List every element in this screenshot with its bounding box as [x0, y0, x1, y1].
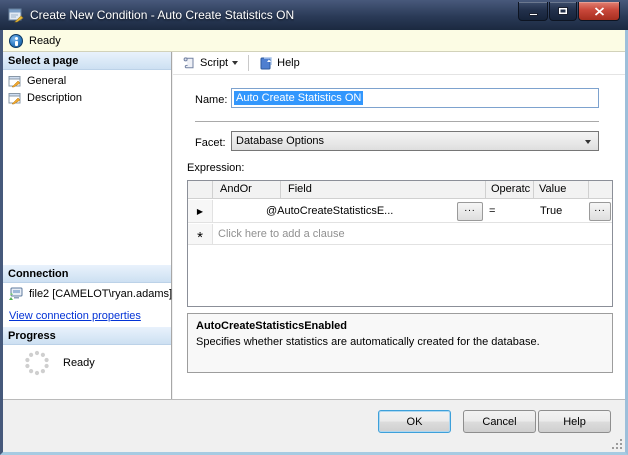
- spinner-icon: [23, 349, 51, 377]
- facet-label: Facet:: [195, 137, 226, 149]
- expression-grid: AndOr Field Operatc Value ▶ @AutoCreateS…: [187, 180, 613, 307]
- toolbar: Script Help: [173, 52, 625, 75]
- toolbar-separator: [248, 55, 250, 71]
- maximize-button[interactable]: [549, 2, 577, 21]
- value-ellipsis-button[interactable]: ...: [589, 202, 611, 221]
- form-divider: [195, 121, 599, 122]
- operator-cell[interactable]: =: [489, 200, 531, 222]
- sidebar-item-label: General: [27, 75, 67, 87]
- status-text: Ready: [29, 34, 61, 47]
- property-description-text: Specifies whether statistics are automat…: [196, 336, 540, 348]
- expression-label: Expression:: [187, 162, 245, 174]
- name-input-value: Auto Create Statistics ON: [234, 91, 364, 105]
- connection-server: file2 [CAMELOT\ryan.adams]: [8, 286, 172, 302]
- chevron-down-icon: [232, 61, 239, 65]
- name-input[interactable]: Auto Create Statistics ON: [231, 88, 599, 108]
- window-controls: [518, 2, 620, 21]
- name-label: Name:: [195, 94, 228, 106]
- page-icon: [8, 74, 22, 88]
- connection-header: Connection: [3, 265, 171, 283]
- sidebar: Select a page General Description Connec…: [3, 52, 172, 399]
- condition-window-icon: [8, 7, 24, 23]
- progress-status: Ready: [23, 349, 95, 377]
- ok-button[interactable]: OK: [378, 410, 451, 433]
- property-name: AutoCreateStatisticsEnabled: [196, 320, 347, 332]
- dialog-window: Create New Condition - Auto Create Stati…: [0, 0, 628, 455]
- titlebar[interactable]: Create New Condition - Auto Create Stati…: [0, 0, 628, 30]
- facet-dropdown[interactable]: Database Options: [231, 131, 599, 151]
- dialog-client-area: Ready Select a page General Description …: [3, 30, 625, 452]
- grid-header-field: Field: [281, 181, 486, 199]
- help-button-label: Help: [277, 57, 300, 69]
- script-button[interactable]: Script: [178, 54, 242, 72]
- row-selector-icon: ▶: [188, 200, 213, 222]
- facet-dropdown-value: Database Options: [236, 135, 325, 147]
- field-cell[interactable]: @AutoCreateStatisticsE...: [266, 200, 454, 222]
- new-row-icon: *: [188, 224, 213, 245]
- grid-header-operator: Operatc: [486, 181, 534, 199]
- cancel-button[interactable]: Cancel: [463, 410, 536, 433]
- minimize-button[interactable]: [518, 2, 548, 21]
- add-clause-placeholder[interactable]: Click here to add a clause: [218, 224, 608, 244]
- close-icon: [594, 6, 604, 16]
- property-description-panel: AutoCreateStatisticsEnabled Specifies wh…: [187, 313, 613, 373]
- resize-grip[interactable]: [610, 437, 622, 449]
- help-footer-button[interactable]: Help: [538, 410, 611, 433]
- page-icon: [8, 91, 22, 105]
- dropdown-arrow-icon: [585, 140, 591, 144]
- sidebar-item-description[interactable]: Description: [8, 90, 82, 106]
- sidebar-item-label: Description: [27, 92, 83, 104]
- grid-header-selector: [188, 181, 213, 199]
- main-panel: Script Help Name: Auto Create Statistics…: [173, 52, 625, 399]
- connection-name: file2 [CAMELOT\ryan.adams]: [29, 288, 173, 300]
- view-connection-properties-link[interactable]: View connection properties: [9, 310, 141, 322]
- grid-header-buttons: [589, 181, 612, 199]
- script-button-label: Script: [200, 57, 229, 69]
- progress-header: Progress: [3, 327, 171, 345]
- help-icon: [259, 56, 273, 70]
- window-title: Create New Condition - Auto Create Stati…: [30, 8, 295, 22]
- close-button[interactable]: [578, 2, 620, 21]
- sidebar-item-general[interactable]: General: [8, 73, 66, 89]
- help-button[interactable]: Help: [255, 54, 304, 72]
- footer: OK Cancel Help: [3, 399, 625, 452]
- new-clause-row[interactable]: * Click here to add a clause: [188, 224, 612, 245]
- grid-header-value: Value: [534, 181, 589, 199]
- status-bar: Ready: [3, 30, 625, 52]
- grid-header-row: AndOr Field Operatc Value: [188, 181, 612, 199]
- grid-header-andor: AndOr: [213, 181, 281, 199]
- value-cell[interactable]: True: [540, 200, 588, 222]
- info-icon: [9, 33, 23, 48]
- maximize-icon: [558, 7, 568, 15]
- field-ellipsis-button[interactable]: ...: [457, 202, 483, 221]
- script-icon: [182, 56, 196, 70]
- minimize-icon: [528, 12, 538, 16]
- clause-row[interactable]: ▶ @AutoCreateStatisticsE... ... = True .…: [188, 200, 612, 223]
- progress-status-text: Ready: [63, 357, 95, 369]
- server-icon: [8, 287, 24, 301]
- select-a-page-header: Select a page: [3, 52, 171, 70]
